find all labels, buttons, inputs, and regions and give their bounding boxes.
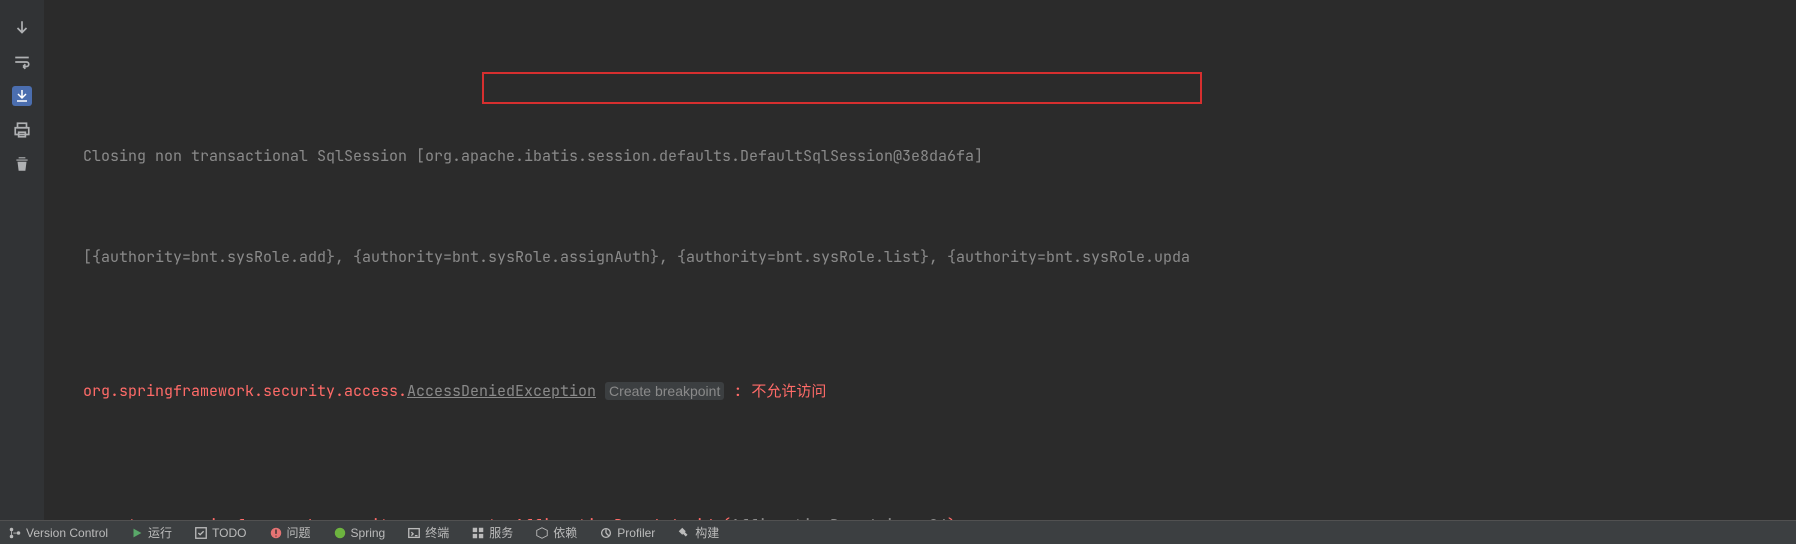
console-output[interactable]: Closing non transactional SqlSession [or… [44,0,1796,544]
scroll-to-end-icon[interactable] [12,86,32,106]
toolwindow-todo[interactable]: TODO [194,526,246,540]
exception-class-link[interactable]: AccessDeniedException [407,381,596,401]
toolwindow-profiler[interactable]: Profiler [599,526,655,540]
bottom-toolbar: Version Control 运行 TODO 问题 Spring 终端 服务 … [0,520,1796,544]
toolwindow-problems[interactable]: 问题 [269,524,311,541]
print-icon[interactable] [12,120,32,140]
create-breakpoint-button[interactable]: Create breakpoint [605,382,724,400]
toolwindow-build[interactable]: 构建 [677,524,719,541]
soft-wrap-icon[interactable] [12,52,32,72]
toolwindow-dependencies[interactable]: 依赖 [535,524,577,541]
exception-line: org.springframework.security.access.Acce… [56,375,1788,409]
toolwindow-spring[interactable]: Spring [333,526,386,540]
toolwindow-terminal[interactable]: 终端 [407,524,449,541]
toolwindow-vcs[interactable]: Version Control [8,526,108,540]
log-line: [{authority=bnt.sysRole.add}, {authority… [56,241,1788,275]
highlight-box [482,72,1202,104]
log-line: Closing non transactional SqlSession [or… [56,140,1788,174]
console-gutter [0,0,44,544]
toolwindow-services[interactable]: 服务 [471,524,513,541]
toolwindow-run[interactable]: 运行 [130,524,172,541]
trash-icon[interactable] [12,154,32,174]
scroll-down-icon[interactable] [12,18,32,38]
